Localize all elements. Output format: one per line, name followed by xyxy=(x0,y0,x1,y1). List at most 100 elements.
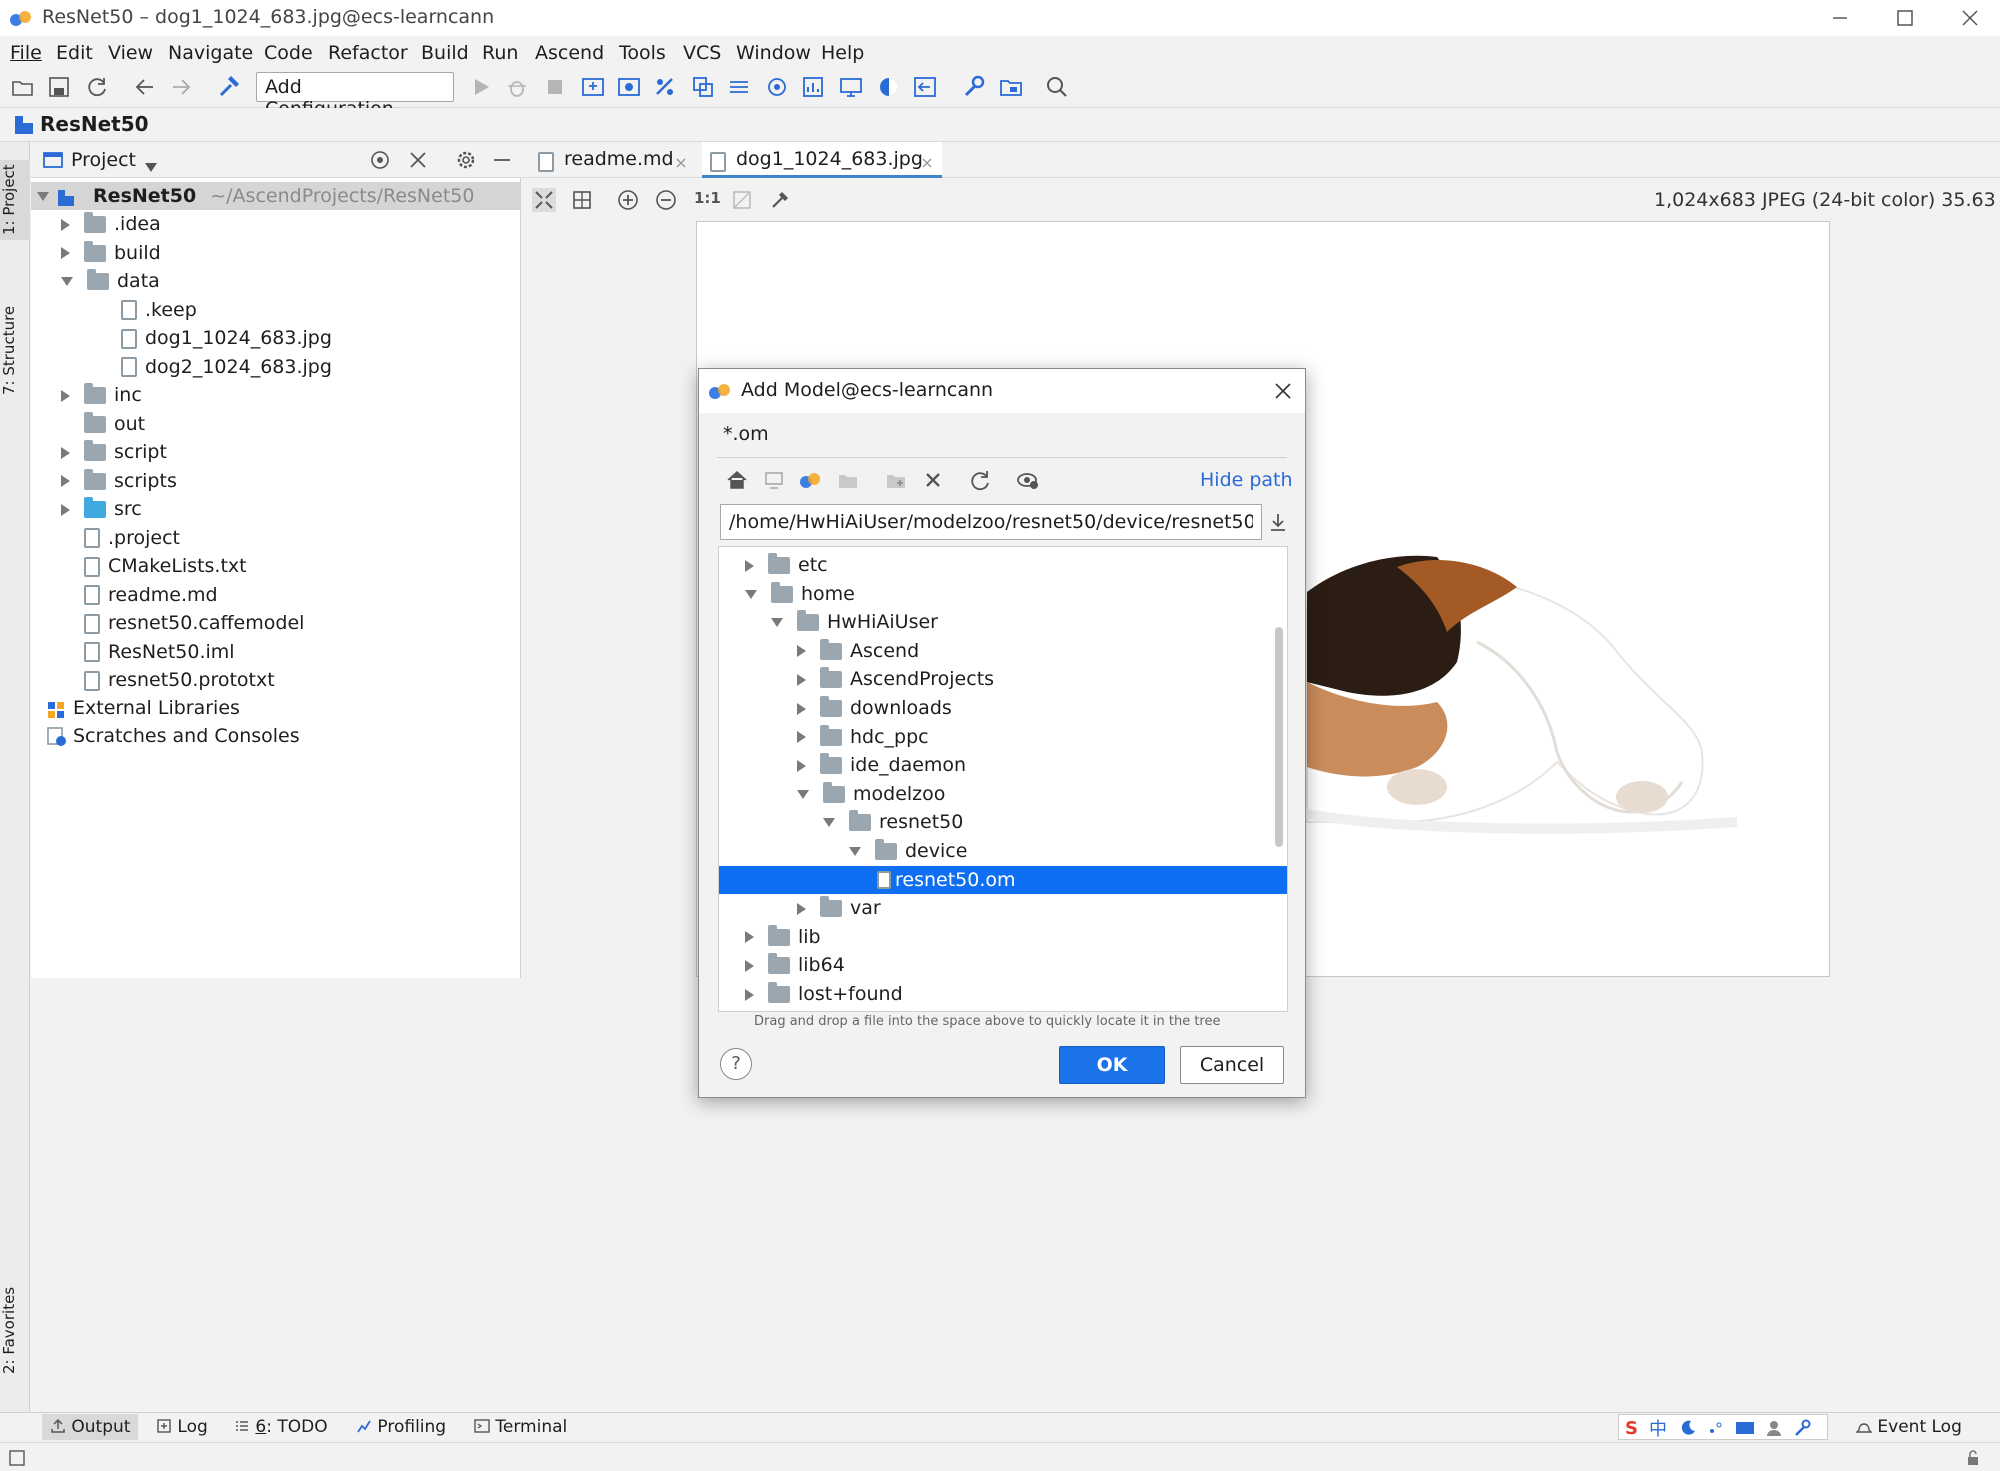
project-tree-item[interactable]: dog2_1024_683.jpg xyxy=(121,353,332,381)
output-tab[interactable]: Output xyxy=(129,984,232,1016)
external-libraries[interactable]: External Libraries xyxy=(47,694,240,722)
chooser-tree-item[interactable]: lib64 xyxy=(745,951,845,979)
menu-code[interactable]: Code xyxy=(264,42,313,64)
project-tree-item[interactable]: .project xyxy=(84,524,180,552)
home-icon[interactable] xyxy=(725,468,749,492)
chevron-right-icon[interactable] xyxy=(61,389,70,402)
chooser-tree-item[interactable]: lost+found xyxy=(745,980,903,1008)
side-tab-project[interactable]: 1: Project xyxy=(0,160,30,240)
menu-window[interactable]: Window xyxy=(736,42,811,64)
panel-gear-icon[interactable] xyxy=(455,149,477,171)
side-tab-structure[interactable]: 7: Structure xyxy=(0,300,30,400)
breadcrumb-project[interactable]: ResNet50 xyxy=(40,112,149,136)
ascend-tool-3-icon[interactable] xyxy=(652,74,678,100)
chevron-down-icon[interactable] xyxy=(797,789,809,799)
chevron-right-icon[interactable] xyxy=(61,503,70,516)
scratches-and-consoles[interactable]: Scratches and Consoles xyxy=(47,722,300,750)
tree-root[interactable]: ResNet50 ~/AscendProjects/ResNet50 xyxy=(31,182,521,210)
actual-size-button[interactable]: 1:1 xyxy=(694,189,721,207)
clear-all-icon[interactable] xyxy=(40,1216,62,1238)
menu-run[interactable]: Run xyxy=(482,42,518,64)
ascend-tool-1-icon[interactable] xyxy=(580,74,606,100)
tree-scrollbar[interactable] xyxy=(1275,627,1283,847)
bottom-tab-todo[interactable]: 6: TODO xyxy=(228,1414,334,1440)
chevron-right-icon[interactable] xyxy=(797,673,806,686)
menu-view[interactable]: View xyxy=(108,42,153,64)
collapse-all-icon[interactable] xyxy=(407,149,429,171)
print-icon[interactable] xyxy=(40,1178,62,1200)
side-tab-favorites[interactable]: 2: Favorites xyxy=(0,1280,30,1380)
menu-vcs[interactable]: VCS xyxy=(683,42,721,64)
add-configuration-button[interactable]: Add Configuration... xyxy=(256,72,454,120)
close-window-icon[interactable] xyxy=(1960,8,1980,28)
project-tree-item[interactable]: build xyxy=(61,239,161,267)
menu-ascend[interactable]: Ascend xyxy=(535,42,604,64)
project-icon[interactable] xyxy=(798,468,822,492)
chooser-tree-item[interactable]: etc xyxy=(745,551,828,579)
chevron-right-icon[interactable] xyxy=(797,759,806,772)
menu-refactor[interactable]: Refactor xyxy=(328,42,408,64)
console-vertical-scrollbar[interactable] xyxy=(1990,1100,1998,1340)
project-tree-item[interactable]: script xyxy=(61,438,167,466)
chooser-tree-item[interactable]: home xyxy=(745,580,855,608)
menu-navigate[interactable]: Navigate xyxy=(168,42,253,64)
project-tree-item[interactable]: ResNet50.iml xyxy=(84,638,235,666)
maximize-icon[interactable] xyxy=(1895,8,1915,28)
menu-build[interactable]: Build xyxy=(421,42,469,64)
ascend-tool-10-icon[interactable] xyxy=(912,74,938,100)
help-button[interactable]: ? xyxy=(720,1048,752,1080)
chevron-down-icon[interactable] xyxy=(849,847,861,856)
build-hammer-icon[interactable] xyxy=(216,74,242,100)
menu-edit[interactable]: Edit xyxy=(56,42,93,64)
new-folder-icon[interactable] xyxy=(884,468,908,492)
project-tree-item[interactable]: dog1_1024_683.jpg xyxy=(121,324,332,352)
module-folder-icon[interactable] xyxy=(836,468,860,492)
project-tree-item[interactable]: .keep xyxy=(121,296,197,324)
ime-toolbar[interactable]: S 中 xyxy=(1618,1414,1828,1440)
chooser-tree-item[interactable]: resnet50.om xyxy=(719,865,1287,894)
minimize-icon[interactable] xyxy=(1830,8,1850,28)
open-folder-icon[interactable] xyxy=(10,74,36,100)
console-horizontal-scrollbar[interactable] xyxy=(90,1396,300,1404)
ascend-tool-6-icon[interactable] xyxy=(764,74,790,100)
chevron-right-icon[interactable] xyxy=(61,446,70,459)
chevron-right-icon[interactable] xyxy=(745,988,754,1001)
fit-zoom-icon[interactable] xyxy=(532,188,556,212)
save-icon[interactable] xyxy=(46,74,72,100)
project-tree-item[interactable]: data xyxy=(61,267,160,295)
path-input[interactable] xyxy=(720,504,1262,540)
close-tab-icon[interactable] xyxy=(920,153,934,168)
chevron-down-icon[interactable] xyxy=(823,818,835,828)
project-tree-item[interactable]: readme.md xyxy=(84,581,218,609)
ascend-tool-4-icon[interactable] xyxy=(690,74,716,100)
back-icon[interactable] xyxy=(132,74,158,100)
soft-wrap-icon[interactable] xyxy=(40,1102,62,1124)
chooser-tree-item[interactable]: modelzoo xyxy=(797,780,945,808)
dialog-close-icon[interactable] xyxy=(1273,381,1293,401)
bottom-tab-output[interactable]: Output xyxy=(42,1414,139,1440)
toggle-tool-windows-icon[interactable] xyxy=(8,1449,26,1467)
chooser-tree-item[interactable]: Ascend xyxy=(797,637,919,665)
lock-icon[interactable] xyxy=(1964,1449,1982,1467)
chooser-tree-item[interactable]: lib xyxy=(745,923,821,951)
debug-icon[interactable] xyxy=(504,74,530,100)
stop-icon[interactable] xyxy=(542,74,568,100)
locate-icon[interactable] xyxy=(369,149,391,171)
project-tree-item[interactable]: src xyxy=(61,495,142,523)
project-tree-item[interactable]: .idea xyxy=(61,210,161,238)
cancel-button[interactable]: Cancel xyxy=(1180,1046,1284,1084)
zoom-out-icon[interactable] xyxy=(654,188,678,212)
refresh-icon[interactable] xyxy=(968,468,992,492)
bottom-tab-log[interactable]: Log xyxy=(150,1414,214,1440)
bottom-tab-terminal[interactable]: Terminal xyxy=(468,1414,573,1440)
expand-arrow[interactable] xyxy=(37,192,49,201)
chooser-tree-item[interactable]: device xyxy=(849,837,967,865)
background-icon[interactable] xyxy=(730,188,754,212)
chevron-right-icon[interactable] xyxy=(797,645,806,658)
grid-icon[interactable] xyxy=(570,188,594,212)
chevron-right-icon[interactable] xyxy=(745,959,754,972)
show-hidden-icon[interactable] xyxy=(1016,468,1040,492)
chooser-tree-item[interactable]: downloads xyxy=(797,694,952,722)
chevron-right-icon[interactable] xyxy=(61,475,70,487)
chooser-tree-item[interactable]: HwHiAiUser xyxy=(771,608,938,636)
